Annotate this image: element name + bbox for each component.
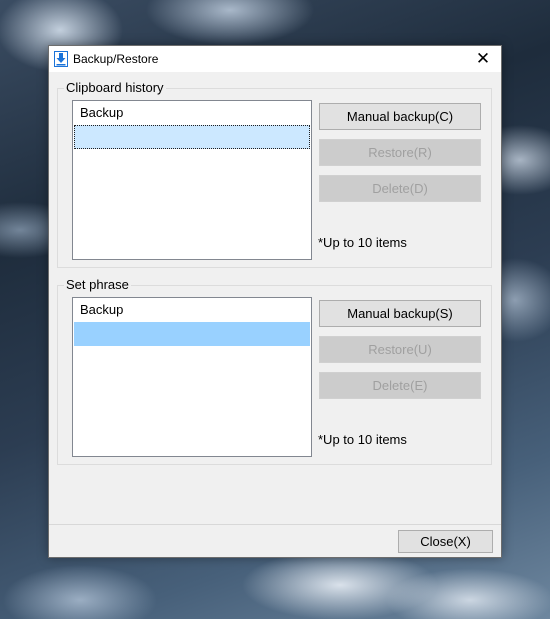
close-icon[interactable]: ✕ <box>465 46 501 72</box>
title-bar[interactable]: Backup/Restore ✕ <box>49 46 501 72</box>
list-item[interactable]: Backup <box>73 101 311 125</box>
limit-note: *Up to 10 items <box>318 432 407 447</box>
list-item-selected[interactable] <box>74 125 310 149</box>
restore-button[interactable]: Restore(R) <box>319 139 481 166</box>
set-phrase-list[interactable]: Backup <box>72 297 312 457</box>
delete-button[interactable]: Delete(D) <box>319 175 481 202</box>
manual-backup-button[interactable]: Manual backup(C) <box>319 103 481 130</box>
limit-note: *Up to 10 items <box>318 235 407 250</box>
clipboard-history-label: Clipboard history <box>64 80 166 95</box>
window-title: Backup/Restore <box>73 52 159 66</box>
restore-button[interactable]: Restore(U) <box>319 336 481 363</box>
close-button[interactable]: Close(X) <box>398 530 493 553</box>
clipboard-history-group: Clipboard history Backup Manual backup(C… <box>57 80 492 268</box>
list-item-selected[interactable] <box>74 322 310 346</box>
list-item[interactable]: Backup <box>73 298 311 322</box>
set-phrase-label: Set phrase <box>64 277 131 292</box>
manual-backup-button[interactable]: Manual backup(S) <box>319 300 481 327</box>
backup-restore-dialog: Backup/Restore ✕ Clipboard history Backu… <box>48 45 502 558</box>
footer-divider <box>49 524 501 525</box>
clipboard-history-list[interactable]: Backup <box>72 100 312 260</box>
delete-button[interactable]: Delete(E) <box>319 372 481 399</box>
set-phrase-group: Set phrase Backup Manual backup(S) Resto… <box>57 277 492 465</box>
download-icon <box>54 51 68 67</box>
